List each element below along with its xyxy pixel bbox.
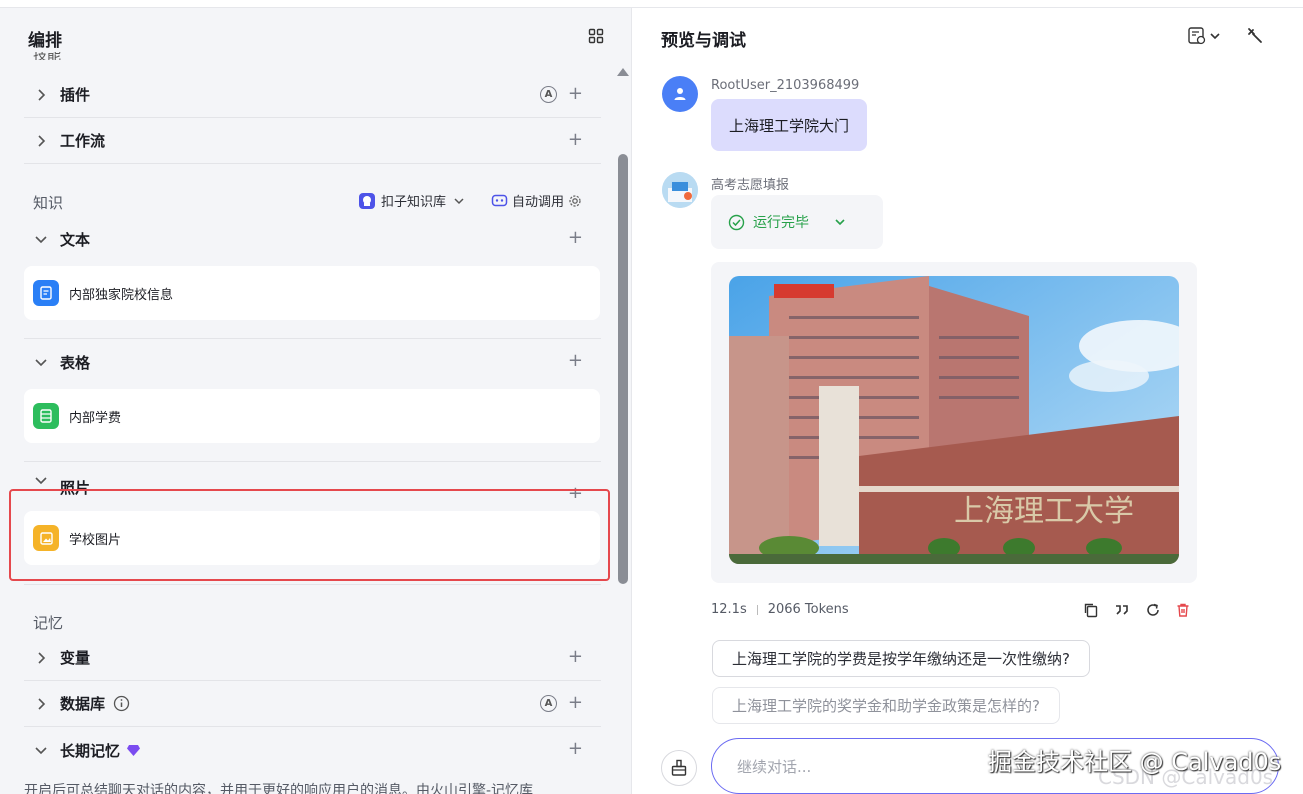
add-workflow-button[interactable]: + xyxy=(568,131,583,149)
table-group-row[interactable]: 表格 + xyxy=(24,339,601,385)
suggestion-chip[interactable]: 上海理工学院的奖学金和助学金政策是怎样的? xyxy=(712,687,1060,724)
chevron-right-icon[interactable] xyxy=(32,695,50,713)
long-term-memory-row[interactable]: 长期记忆 + xyxy=(24,727,601,773)
database-row[interactable]: 数据库 A + xyxy=(24,681,601,727)
user-icon xyxy=(674,88,686,100)
chevron-right-icon[interactable] xyxy=(32,132,50,150)
diamond-icon xyxy=(127,744,141,756)
broom-icon xyxy=(671,759,687,776)
table-icon xyxy=(33,403,59,429)
workflow-row[interactable]: 工作流 + xyxy=(24,118,601,164)
text-group-row[interactable]: 文本 + xyxy=(24,216,601,262)
scrollbar-thumb[interactable] xyxy=(618,154,628,584)
chevron-down-icon[interactable] xyxy=(32,741,50,759)
chevron-down-icon[interactable] xyxy=(833,215,847,229)
arrange-panel: 编排 技能 插件 A + 工作流 + 知识 扣子知识库 自动调用 文本 + 内部… xyxy=(0,8,632,794)
preview-panel: 预览与调试 RootUser_2103968499 上海理工学院大门 高考志愿填… xyxy=(633,8,1303,794)
meta-separator xyxy=(756,604,758,615)
add-text-button[interactable]: + xyxy=(568,229,583,247)
suggestion-chip[interactable]: 上海理工学院的学费是按学年缴纳还是一次性缴纳? xyxy=(712,640,1090,677)
regenerate-icon[interactable] xyxy=(1145,602,1161,618)
image-card: 上海理工大学 xyxy=(711,262,1197,583)
chevron-down-icon[interactable] xyxy=(32,230,50,248)
plugin-row[interactable]: 插件 A + xyxy=(24,72,601,118)
divider xyxy=(24,584,601,585)
chevron-down-icon[interactable] xyxy=(32,471,50,489)
document-icon xyxy=(33,280,59,306)
text-group-label: 文本 xyxy=(60,230,91,249)
juejin-watermark: 掘金技术社区 @ Calvad0s xyxy=(988,748,1282,776)
knowledge-title: 知识 xyxy=(33,194,64,212)
auto-icon[interactable]: A xyxy=(540,695,557,712)
copy-icon[interactable] xyxy=(1083,602,1099,618)
add-long-term-memory-button[interactable]: + xyxy=(568,740,583,758)
chat-input-placeholder: 继续对话... xyxy=(737,757,812,776)
run-status-label: 运行完毕 xyxy=(753,215,809,231)
response-time: 12.1s xyxy=(711,602,747,617)
robot-icon xyxy=(491,194,508,207)
run-status[interactable]: 运行完毕 xyxy=(711,195,883,249)
add-database-button[interactable]: + xyxy=(568,694,583,712)
user-name: RootUser_2103968499 xyxy=(711,78,860,93)
bot-name: 高考志愿填报 xyxy=(711,178,790,193)
auto-icon[interactable]: A xyxy=(540,86,557,103)
delete-icon[interactable] xyxy=(1175,602,1191,618)
add-table-button[interactable]: + xyxy=(568,352,583,370)
table-group-label: 表格 xyxy=(60,353,91,372)
chevron-down-icon[interactable] xyxy=(32,353,50,371)
coze-kb-icon xyxy=(359,192,375,209)
variables-label: 变量 xyxy=(60,649,91,667)
kb-item-table-label: 内部学费 xyxy=(69,410,122,426)
bot-avatar xyxy=(662,172,698,208)
kb-item-table[interactable]: 内部学费 xyxy=(24,389,600,443)
preview-title: 预览与调试 xyxy=(661,31,746,51)
user-message: 上海理工学院大门 xyxy=(711,99,868,151)
arrange-title: 编排 xyxy=(28,31,62,51)
gear-icon[interactable] xyxy=(568,194,582,208)
quote-icon[interactable] xyxy=(1113,602,1131,618)
chevron-right-icon[interactable] xyxy=(32,649,50,667)
photo-sign-text: 上海理工大学 xyxy=(954,494,1134,529)
wrench-icon[interactable] xyxy=(1245,26,1265,46)
kb-selector-label: 扣子知识库 xyxy=(381,195,447,210)
long-term-memory-description: 开启后可总结聊天对话的内容，并用于更好的响应用户的消息。由火山引擎-记忆库 xyxy=(24,783,534,794)
campus-gate-photo[interactable]: 上海理工大学 xyxy=(729,276,1179,564)
kb-selector[interactable]: 扣子知识库 xyxy=(358,191,466,210)
history-dropdown-icon[interactable] xyxy=(1188,26,1224,46)
long-term-memory-label: 长期记忆 xyxy=(60,741,121,760)
variables-row[interactable]: 变量 + xyxy=(24,635,601,681)
chevron-right-icon[interactable] xyxy=(32,86,50,104)
add-variable-button[interactable]: + xyxy=(568,648,583,666)
workflow-label: 工作流 xyxy=(60,132,106,150)
auto-call-label: 自动调用 xyxy=(512,195,565,210)
database-label: 数据库 xyxy=(60,695,106,713)
skills-section-title: 技能 xyxy=(33,52,61,60)
plugin-label: 插件 xyxy=(60,86,91,104)
auto-call-setting[interactable]: 自动调用 xyxy=(491,191,582,210)
chevron-down-icon xyxy=(454,197,464,204)
check-circle-icon xyxy=(728,214,745,230)
clear-context-button[interactable] xyxy=(661,750,697,786)
token-count: 2066 Tokens xyxy=(767,602,849,617)
layout-grid-icon[interactable] xyxy=(588,28,604,44)
top-border xyxy=(0,0,1303,8)
kb-item-text[interactable]: 内部独家院校信息 xyxy=(24,266,600,320)
add-plugin-button[interactable]: + xyxy=(568,85,583,103)
highlight-box xyxy=(9,489,610,581)
message-actions xyxy=(1083,602,1191,618)
user-avatar xyxy=(662,76,698,112)
scroll-up-arrow[interactable] xyxy=(617,68,629,76)
info-icon[interactable] xyxy=(113,695,130,712)
kb-item-text-label: 内部独家院校信息 xyxy=(69,287,174,303)
response-meta: 12.1s 2066 Tokens xyxy=(711,602,849,617)
memory-title: 记忆 xyxy=(33,614,64,632)
